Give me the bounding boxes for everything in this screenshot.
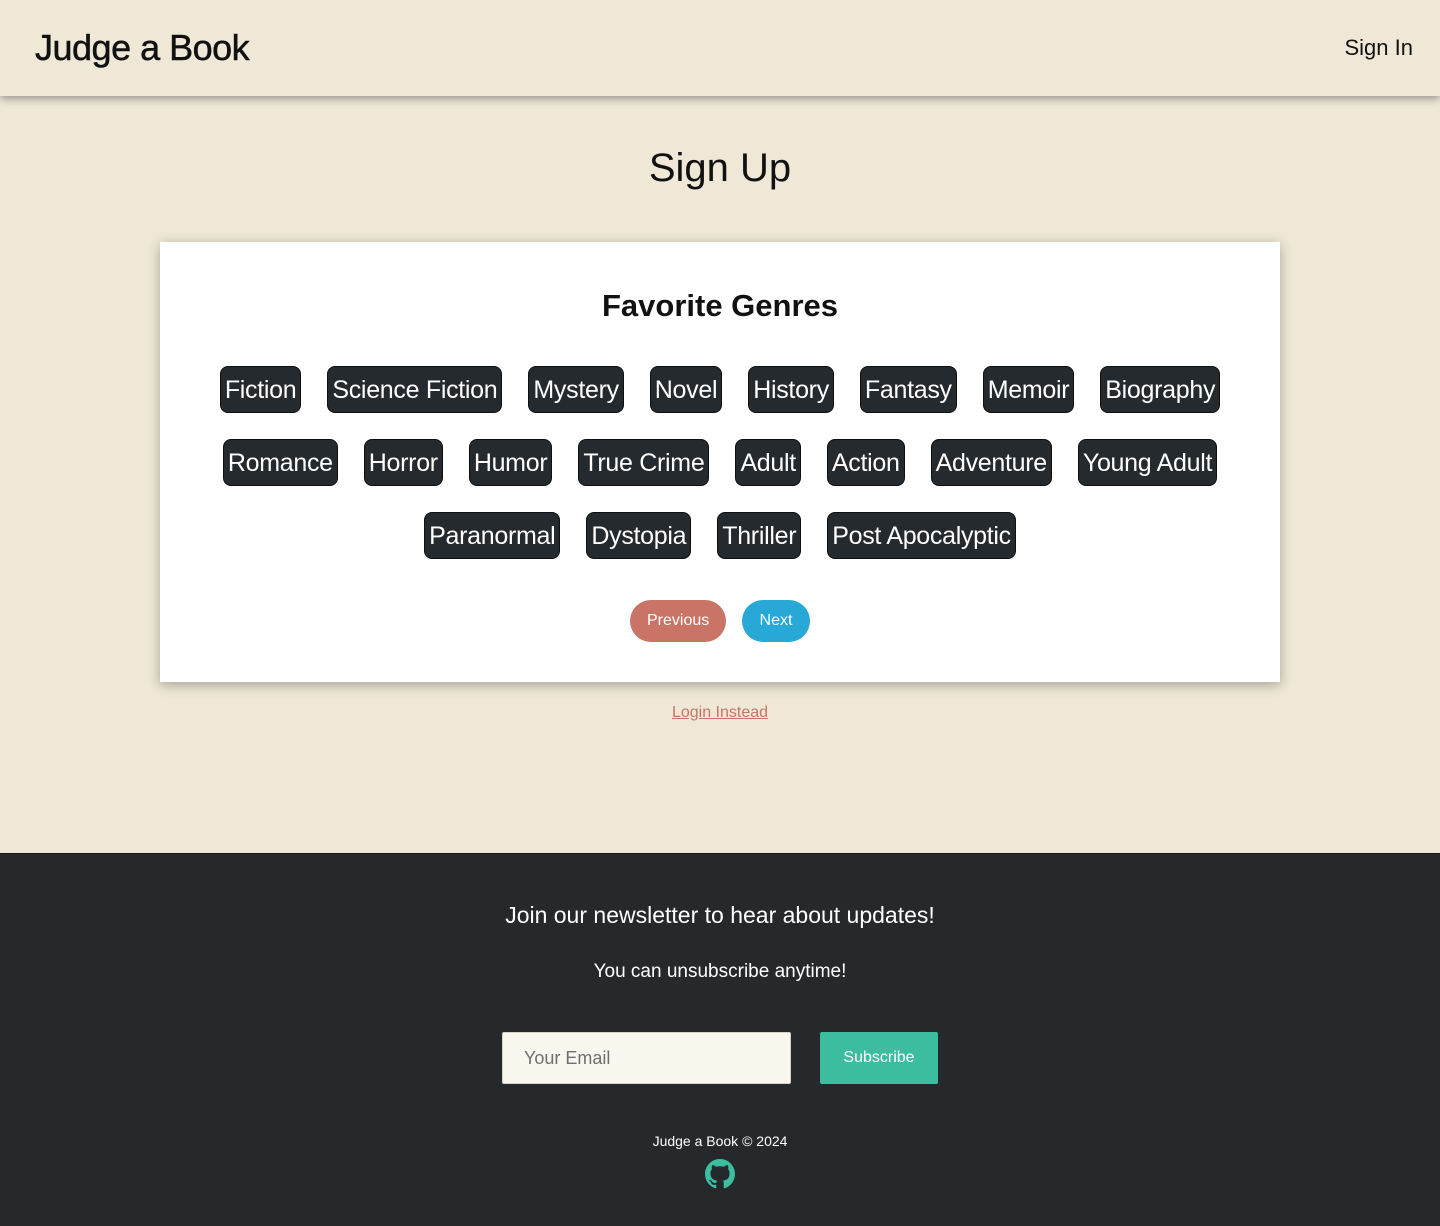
site-footer: Join our newsletter to hear about update… [0, 853, 1440, 1226]
genre-button[interactable]: Horror [363, 439, 443, 486]
genre-button[interactable]: Adventure [930, 439, 1052, 486]
genre-button[interactable]: Dystopia [586, 512, 692, 559]
genre-button[interactable]: Biography [1100, 366, 1221, 413]
newsletter-title: Join our newsletter to hear about update… [505, 902, 935, 928]
genre-button[interactable]: Adult [735, 439, 801, 486]
github-icon[interactable] [705, 1159, 735, 1189]
genre-button[interactable]: History [748, 366, 834, 413]
brand-logo[interactable]: Judge a Book [35, 27, 250, 69]
signup-card: Favorite Genres Fiction Science Fiction … [160, 242, 1280, 682]
subscribe-button[interactable]: Subscribe [820, 1032, 938, 1084]
genre-button[interactable]: Memoir [982, 366, 1075, 413]
genre-button[interactable]: Action [826, 439, 905, 486]
genre-button[interactable]: Romance [222, 439, 338, 486]
genre-button[interactable]: Humor [468, 439, 553, 486]
previous-button[interactable]: Previous [630, 600, 726, 642]
genre-button[interactable]: Science Fiction [327, 366, 503, 413]
main-content: Sign Up Favorite Genres Fiction Science … [0, 96, 1440, 853]
next-button[interactable]: Next [742, 600, 810, 642]
card-title: Favorite Genres [601, 288, 839, 323]
genre-button[interactable]: Fantasy [859, 366, 957, 413]
site-header: Judge a Book Sign In [0, 0, 1440, 96]
genre-button[interactable]: True Crime [578, 439, 710, 486]
login-instead-link[interactable]: Login Instead [672, 704, 768, 721]
step-navigation: Previous Next [160, 600, 1280, 642]
genre-button[interactable]: Novel [649, 366, 723, 413]
genre-list: Fiction Science Fiction Mystery Novel Hi… [200, 366, 1240, 559]
github-icon-svg [705, 1159, 735, 1189]
sign-in-link[interactable]: Sign In [1345, 35, 1414, 61]
genre-button[interactable]: Mystery [528, 366, 624, 413]
newsletter-subtitle: You can unsubscribe anytime! [593, 961, 847, 982]
copyright-text: Judge a Book © 2024 [652, 1133, 788, 1149]
page-title: Sign Up [648, 146, 792, 190]
login-instead-container: Login Instead [0, 704, 1440, 722]
genre-button[interactable]: Paranormal [424, 512, 561, 559]
genre-button[interactable]: Fiction [219, 366, 302, 413]
genre-button[interactable]: Post Apocalyptic [827, 512, 1016, 559]
genre-button[interactable]: Thriller [717, 512, 802, 559]
genre-button[interactable]: Young Adult [1077, 439, 1218, 486]
email-input[interactable] [502, 1032, 791, 1084]
